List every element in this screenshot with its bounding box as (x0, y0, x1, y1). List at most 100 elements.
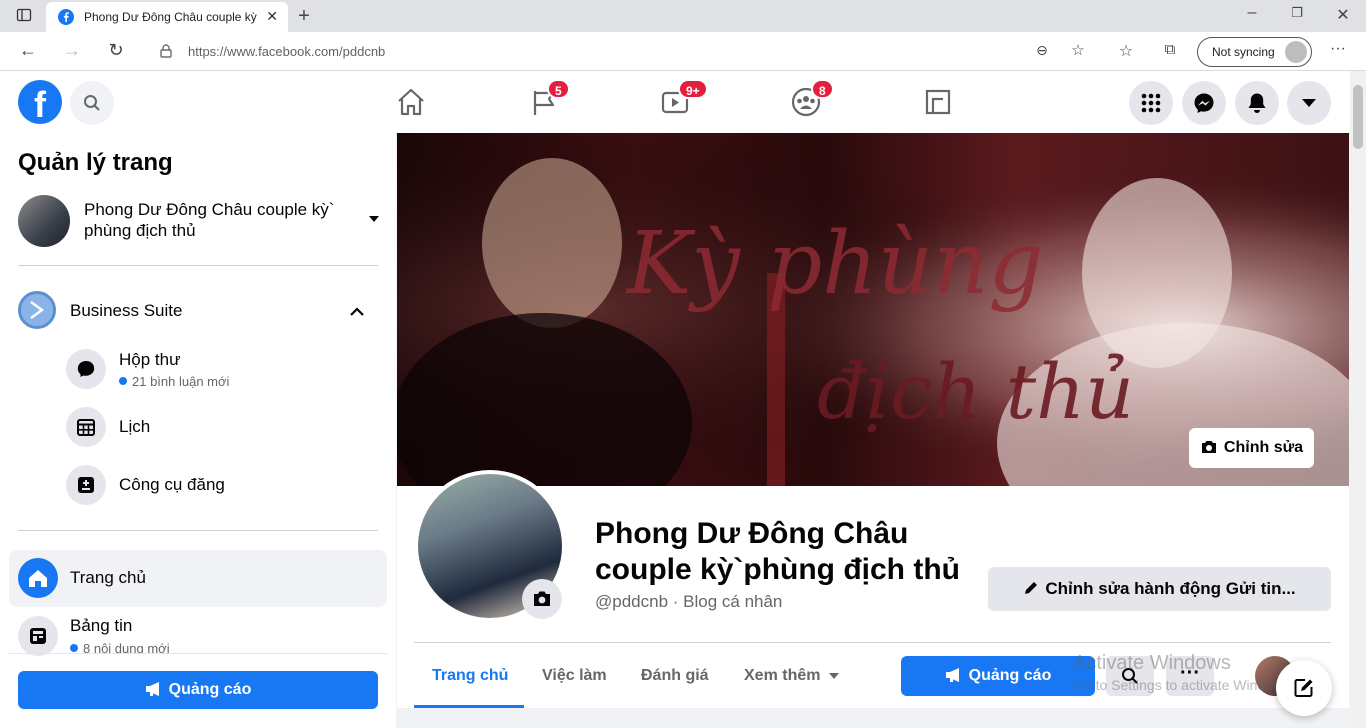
promote-page-label: Quảng cáo (968, 667, 1052, 684)
browser-tab-strip: Phong Dư Đông Châu couple kỳ ✕ + – ❐ ✕ (0, 0, 1366, 32)
cover-script-text-2: địch thủ (817, 347, 1134, 436)
news-label[interactable]: Bảng tin (70, 616, 132, 636)
publishing-tools-label[interactable]: Công cụ đăng (119, 475, 225, 495)
divider (9, 653, 387, 654)
refresh-icon[interactable]: ↻ (104, 40, 128, 61)
edit-send-message-button[interactable]: Chỉnh sửa hành động Gửi tin... (988, 567, 1331, 611)
caret-down-icon (1302, 99, 1316, 107)
pages-badge: 5 (547, 79, 570, 99)
chevron-up-icon[interactable] (350, 307, 364, 316)
menu-button[interactable] (1129, 81, 1173, 125)
add-favorite-icon[interactable]: ☆ (1066, 41, 1090, 59)
page-switcher[interactable]: Phong Dư Đông Châu couple kỳ` phùng địch… (18, 195, 380, 249)
favorites-icon[interactable]: ☆ (1114, 41, 1138, 61)
nav-home[interactable] (394, 85, 428, 119)
tab-more-label: Xem thêm (744, 667, 821, 684)
profile-sync-button[interactable]: Not syncing (1197, 37, 1312, 67)
facebook-favicon-icon (58, 9, 74, 30)
manage-page-sidebar: Quản lý trang Phong Dư Đông Châu couple … (0, 133, 396, 728)
forward-icon[interactable]: → (60, 40, 84, 61)
zoom-out-icon[interactable]: ⊖ (1030, 42, 1054, 59)
nav-gaming[interactable] (921, 85, 955, 119)
cover-script-text-1: Kỳ phùng (625, 214, 1043, 314)
tab-title: Phong Dư Đông Châu couple kỳ (84, 10, 257, 24)
home-icon (18, 558, 58, 598)
facebook-search-button[interactable] (70, 81, 114, 125)
promote-page-button[interactable]: Quảng cáo (901, 656, 1095, 696)
sidebar-title: Quản lý trang (18, 149, 173, 176)
divider (18, 530, 378, 531)
url-text: https://www.facebook.com/pddcnb (188, 44, 386, 59)
profile-avatar-icon (1285, 41, 1307, 63)
inbox-icon (66, 349, 106, 389)
sidebar-item-home[interactable]: Trang chủ (9, 550, 387, 607)
inbox-meta: 21 bình luận mới (119, 374, 229, 389)
close-window-icon[interactable]: ✕ (1331, 5, 1355, 25)
account-button[interactable] (1287, 81, 1331, 125)
tab-home[interactable]: Trang chủ (432, 667, 508, 685)
news-feed-icon (18, 616, 58, 656)
edit-cover-button[interactable]: Chỉnh sửa (1189, 428, 1314, 468)
messenger-button[interactable] (1182, 81, 1226, 125)
update-profile-picture-button[interactable] (522, 579, 562, 619)
sidebar-toggle-icon[interactable] (12, 7, 36, 28)
browser-tab[interactable]: Phong Dư Đông Châu couple kỳ ✕ (46, 2, 288, 32)
watch-badge: 9+ (678, 79, 708, 99)
divider (414, 642, 1331, 643)
logo-letter: f (34, 84, 46, 124)
active-tab-indicator (414, 705, 524, 708)
unread-dot-icon (119, 377, 127, 385)
minimize-icon[interactable]: – (1240, 4, 1264, 22)
facebook-logo-icon[interactable]: f (18, 80, 62, 124)
caret-down-icon (369, 216, 379, 222)
camera-icon (1201, 441, 1216, 453)
business-suite-label[interactable]: Business Suite (70, 301, 182, 321)
facebook-top-nav: f 5 9+ 8 (0, 71, 1350, 133)
windows-activation-title: Activate Windows (1073, 652, 1231, 674)
back-icon[interactable]: ← (16, 40, 40, 61)
promote-label: Quảng cáo (168, 681, 252, 698)
inbox-label[interactable]: Hộp thư (119, 350, 180, 370)
close-tab-icon[interactable]: ✕ (266, 8, 278, 25)
page-title: Phong Dư Đông Châu couple kỳ`phùng địch … (595, 517, 960, 586)
news-meta-text: 8 nội dung mới (83, 641, 170, 653)
home-icon (398, 88, 424, 116)
tab-more[interactable]: Xem thêm (744, 667, 839, 685)
gaming-icon (925, 89, 951, 115)
browser-toolbar: ← → ↻ https://www.facebook.com/pddcnb ⊖ … (0, 32, 1366, 71)
tab-reviews[interactable]: Đánh giá (641, 667, 709, 685)
scrollbar-thumb[interactable] (1353, 85, 1363, 149)
restore-icon[interactable]: ❐ (1285, 5, 1309, 21)
nav-watch[interactable]: 9+ (658, 79, 708, 119)
edit-cover-label: Chỉnh sửa (1223, 439, 1304, 456)
collections-icon[interactable]: ⧉ (1158, 41, 1182, 58)
settings-more-icon[interactable]: ··· (1326, 40, 1350, 58)
bell-icon (1248, 93, 1266, 113)
notifications-button[interactable] (1235, 81, 1279, 125)
messenger-icon (1194, 93, 1214, 113)
caret-down-icon (828, 673, 839, 679)
tab-jobs[interactable]: Việc làm (542, 667, 607, 685)
compose-icon (1294, 679, 1313, 697)
promote-button[interactable]: Quảng cáo (18, 671, 378, 709)
groups-badge: 8 (811, 79, 834, 99)
page-handle: @pddcnb · Blog cá nhân (595, 592, 783, 611)
page-scrollbar[interactable] (1350, 71, 1366, 728)
lock-icon[interactable] (160, 44, 172, 63)
new-tab-icon[interactable]: + (292, 5, 316, 28)
news-meta: 8 nội dung mới (70, 641, 170, 653)
edit-action-label: Chỉnh sửa hành động Gửi tin... (1045, 579, 1296, 598)
pencil-icon (1025, 582, 1038, 594)
windows-activation-subtitle: Go to Settings to activate Windows. (1073, 677, 1294, 693)
address-bar[interactable]: https://www.facebook.com/pddcnb ⊖ ☆ (144, 36, 1099, 66)
business-suite-icon (18, 291, 56, 329)
nav-pages[interactable]: 5 (527, 79, 570, 119)
nav-groups[interactable]: 8 (789, 79, 834, 119)
publishing-tools-icon (66, 465, 106, 505)
inbox-meta-text: 21 bình luận mới (132, 374, 230, 389)
home-label: Trang chủ (70, 568, 146, 587)
calendar-label[interactable]: Lịch (119, 417, 150, 437)
divider (18, 265, 378, 266)
page-avatar (18, 195, 70, 247)
new-message-button[interactable] (1276, 660, 1332, 716)
